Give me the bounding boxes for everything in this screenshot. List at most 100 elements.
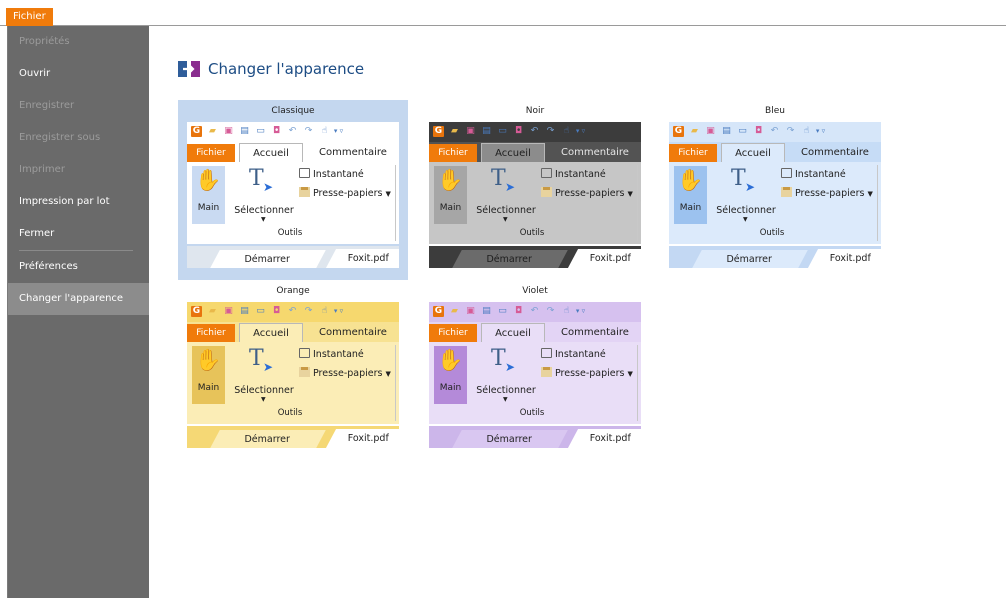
tab-demarrer: Démarrer [210,250,326,268]
tab-commentaire: Commentaire [561,327,629,338]
camera-icon [299,168,310,178]
sidebar-item-imprimer[interactable]: Imprimer [8,154,149,186]
theme-option-violet[interactable]: Violet G ▰ ▣ ▤ ▭ ◘ ↶ ↷ ☝ ▾ ▿ Fichier Acc… [420,280,650,460]
theme-option-classique[interactable]: Classique G ▰ ▣ ▤ ▭ ◘ ↶ ↷ ☝ ▾ ▿ Fichier … [178,100,408,280]
screen-icon: ▭ [498,306,507,316]
tab-demarrer: Démarrer [452,430,568,448]
select-button: T ➤ Sélectionner ▼ [475,166,537,226]
cursor-icon: ➤ [505,360,516,374]
main-label: Main [439,203,462,213]
redo-icon: ↷ [546,306,555,316]
quick-access-toolbar: G ▰ ▣ ▤ ▭ ◘ ↶ ↷ ☝ ▾ ▿ [187,302,399,322]
select-button: T ➤ Sélectionner ▼ [475,346,537,406]
camera-icon [781,168,792,178]
cursor-icon: ➤ [263,360,274,374]
theme-option-bleu[interactable]: Bleu G ▰ ▣ ▤ ▭ ◘ ↶ ↷ ☝ ▾ ▿ Fichier Accue… [660,100,890,280]
theme-name: Bleu [765,106,785,116]
tab-accueil: Accueil [481,143,545,162]
sidebar-item-proprietes[interactable]: Propriétés [8,26,149,58]
dropdown-arrow-icon: ▼ [867,190,873,198]
tab-accueil: Accueil [481,323,545,342]
main-button: ✋ Main [674,166,707,224]
fichier-tab[interactable]: Fichier [6,8,53,26]
text-select-icon: T [491,166,506,191]
tab-fichier: Fichier [429,324,477,342]
clipboard-icon [299,367,310,377]
group-label-outils: Outils [519,408,545,418]
ribbon-panel: ✋ Main T ➤ Sélectionner ▼ Instantané Pre… [669,162,881,244]
cursor-icon: ➤ [263,180,274,194]
main-button: ✋ Main [192,346,225,404]
document-tabs: Démarrer Foxit.pdf [669,246,881,268]
ribbon-tabs: Fichier Accueil Commentaire [429,142,641,162]
cursor-icon: ➤ [505,180,516,194]
print-icon: ▤ [482,126,491,136]
save-icon: ▣ [224,126,233,136]
ribbon-panel: ✋ Main T ➤ Sélectionner ▼ Instantané Pre… [429,342,641,424]
clipboard-label: Presse-papiers [795,188,865,199]
dropdown-arrow-icon: ▼ [385,190,391,198]
select-label: Sélectionner [234,205,294,216]
hand-tool-icon: ☝ [563,126,570,136]
undo-icon: ↶ [288,306,297,316]
print-icon: ▤ [240,126,249,136]
customize-dropdown-icon: ▾ ▿ [333,127,344,135]
theme-preview: G ▰ ▣ ▤ ▭ ◘ ↶ ↷ ☝ ▾ ▿ Fichier Accueil Co… [669,122,881,268]
undo-icon: ↶ [530,126,539,136]
backstage-sidebar: Propriétés Ouvrir Enregistrer Enregistre… [8,26,149,598]
new-doc-icon: ◘ [272,126,281,136]
ribbon-panel: ✋ Main T ➤ Sélectionner ▼ Instantané Pre… [187,162,399,244]
cursor-icon: ➤ [745,180,756,194]
main-label: Main [197,383,220,393]
tab-foxit-pdf: Foxit.pdf [325,249,399,268]
theme-option-noir[interactable]: Noir G ▰ ▣ ▤ ▭ ◘ ↶ ↷ ☝ ▾ ▿ Fichier Accue… [420,100,650,280]
clipboard-label: Presse-papiers [555,188,625,199]
tab-commentaire: Commentaire [319,327,387,338]
select-button: T ➤ Sélectionner ▼ [715,166,777,226]
document-tabs: Démarrer Foxit.pdf [187,246,399,268]
theme-option-orange[interactable]: Orange G ▰ ▣ ▤ ▭ ◘ ↶ ↷ ☝ ▾ ▿ Fichier Acc… [178,280,408,460]
page-title-text: Changer l'apparence [208,60,365,78]
screen-icon: ▭ [738,126,747,136]
hand-icon: ✋ [437,168,464,192]
hand-tool-icon: ☝ [321,126,328,136]
ribbon-tabs: Fichier Accueil Commentaire [429,322,641,342]
select-label: Sélectionner [476,205,536,216]
sidebar-item-ouvrir[interactable]: Ouvrir [8,58,149,90]
clipboard-label: Presse-papiers [313,188,383,199]
sidebar-item-enregistrer-sous[interactable]: Enregistrer sous [8,122,149,154]
sidebar-item-enregistrer[interactable]: Enregistrer [8,90,149,122]
select-label: Sélectionner [234,385,294,396]
group-separator [395,165,396,241]
theme-preview: G ▰ ▣ ▤ ▭ ◘ ↶ ↷ ☝ ▾ ▿ Fichier Accueil Co… [429,122,641,268]
group-separator [637,345,638,421]
select-label: Sélectionner [476,385,536,396]
sidebar-item-changer-apparence[interactable]: Changer l'apparence [8,283,149,315]
hand-icon: ✋ [195,348,222,372]
sidebar-item-preferences[interactable]: Préférences [8,251,149,283]
tab-accueil: Accueil [721,143,785,162]
clipboard-label: Presse-papiers [555,368,625,379]
foxit-logo-icon: G [433,126,444,137]
main-label: Main [197,203,220,213]
clipboard-label: Presse-papiers [313,368,383,379]
main-label: Main [679,203,702,213]
open-folder-icon: ▰ [451,126,458,136]
sidebar-item-impression-par-lot[interactable]: Impression par lot [8,186,149,218]
snapshot-label: Instantané [795,169,846,180]
undo-icon: ↶ [770,126,779,136]
camera-icon [541,168,552,178]
main-button: ✋ Main [434,166,467,224]
hand-icon: ✋ [677,168,704,192]
save-icon: ▣ [224,306,233,316]
customize-dropdown-icon: ▾ ▿ [575,127,586,135]
ribbon-panel: ✋ Main T ➤ Sélectionner ▼ Instantané Pre… [429,162,641,244]
chevron-down-icon: ▼ [503,396,508,403]
clipboard-option: Presse-papiers ▼ [299,187,391,199]
customize-dropdown-icon: ▾ ▿ [575,307,586,315]
group-label-outils: Outils [519,228,545,238]
sidebar-item-fermer[interactable]: Fermer [8,218,149,250]
document-tabs: Démarrer Foxit.pdf [429,246,641,268]
theme-name: Noir [525,106,545,116]
theme-preview: G ▰ ▣ ▤ ▭ ◘ ↶ ↷ ☝ ▾ ▿ Fichier Accueil Co… [187,302,399,448]
